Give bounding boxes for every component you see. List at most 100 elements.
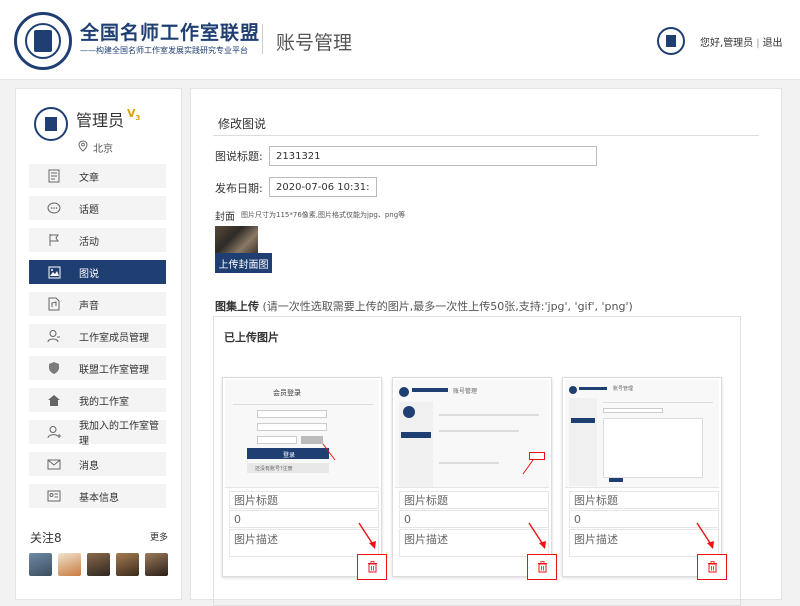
- uploaded-images-title: 已上传图片: [224, 331, 279, 344]
- user-links: 您好,管理员 | 退出: [700, 34, 783, 49]
- avatar-emblem: [666, 35, 676, 47]
- sidebar-item-label: 我加入的工作室管理: [79, 421, 159, 447]
- image-icon: [47, 265, 61, 279]
- sidebar-item-label: 联盟工作室管理: [79, 364, 149, 376]
- preview-captcha: [301, 436, 323, 444]
- cover-hint: 图片尺寸为115*76像素,图片格式仅能为jpg、png等: [241, 211, 406, 219]
- sidebar-item-label: 图说: [79, 268, 99, 280]
- followed-avatar[interactable]: [116, 553, 139, 576]
- uploaded-image-preview[interactable]: 账号管理: [395, 380, 549, 488]
- sidebar-item-topics[interactable]: 话题: [29, 196, 166, 220]
- preview-brand: [579, 387, 607, 390]
- upload-cover-button[interactable]: 上传封面图: [215, 253, 272, 273]
- preview-sidebar: [569, 398, 597, 486]
- title-label: 图说标题:: [215, 150, 263, 163]
- gallery-title-strong: 图集上传: [215, 300, 259, 313]
- uploaded-image-preview[interactable]: 会员登录 登录 还没有账号?注册: [225, 380, 379, 488]
- location-text: 北京: [93, 144, 113, 155]
- followed-avatar[interactable]: [145, 553, 168, 576]
- profile-emblem: [45, 117, 57, 131]
- logout-link[interactable]: 退出: [763, 38, 783, 49]
- sidebar-item-photo-stories[interactable]: 图说: [29, 260, 166, 284]
- preview-avatar: [403, 406, 415, 418]
- sidebar-item-alliance-studios[interactable]: 联盟工作室管理: [29, 356, 166, 380]
- link-separator: |: [756, 38, 760, 49]
- image-title-field[interactable]: 图片标题: [229, 491, 379, 509]
- sidebar-item-label: 工作室成员管理: [79, 332, 149, 344]
- uploaded-image-preview[interactable]: 账号管理: [565, 380, 719, 488]
- user-avatar[interactable]: [657, 27, 685, 55]
- delete-image-button[interactable]: [527, 554, 557, 580]
- sidebar-item-my-studio[interactable]: 我的工作室: [29, 388, 166, 412]
- sidebar-item-label: 声音: [79, 300, 99, 312]
- preview-brand: [412, 388, 448, 392]
- section-title: 修改图说: [218, 117, 267, 131]
- red-annotation-line: [322, 443, 336, 461]
- sidebar-item-label: 文章: [79, 172, 99, 184]
- preview-button: [609, 478, 623, 482]
- member-icon: [47, 329, 61, 343]
- mail-icon: [47, 457, 61, 471]
- join-member-icon: [47, 425, 61, 439]
- top-header: 全国名师工作室联盟 ——构建全国名师工作室发展实践研究专业平台 账号管理 您好,…: [0, 0, 800, 80]
- preview-heading: 账号管理: [453, 388, 478, 395]
- gallery-hint: (请一次性选取需要上传的图片,最多一次性上传50张,支持:'jpg', 'gif…: [262, 300, 633, 313]
- shield-icon: [47, 361, 61, 375]
- preview-line: [439, 414, 539, 416]
- preview-line: [603, 402, 713, 403]
- title-input[interactable]: [269, 146, 597, 166]
- preview-editor: [603, 418, 703, 478]
- vip-badge: V3: [127, 107, 141, 123]
- document-icon: [47, 169, 61, 183]
- sidebar-item-label: 活动: [79, 236, 99, 248]
- preview-heading: 会员登录: [273, 389, 301, 397]
- preview-active-item: [401, 432, 431, 438]
- profile-name: 管理员: [76, 111, 125, 130]
- sidebar-item-joined-studios[interactable]: 我加入的工作室管理: [29, 420, 166, 447]
- image-title-field[interactable]: 图片标题: [569, 491, 719, 509]
- profile-avatar[interactable]: [34, 107, 68, 141]
- sidebar-item-label: 话题: [79, 204, 99, 216]
- sidebar-item-audio[interactable]: 声音: [29, 292, 166, 316]
- user-link[interactable]: 管理员: [723, 38, 753, 49]
- gallery-upload-title: 图集上传 (请一次性选取需要上传的图片,最多一次性上传50张,支持:'jpg',…: [215, 298, 633, 314]
- sidebar-item-events[interactable]: 活动: [29, 228, 166, 252]
- followed-avatar[interactable]: [58, 553, 81, 576]
- followed-avatar[interactable]: [29, 553, 52, 576]
- sidebar-item-messages[interactable]: 消息: [29, 452, 166, 476]
- sidebar: 管理员 V3 北京 文章 话题 活动 图说 声音 工作室成员管理 联盟工作室管理…: [15, 88, 182, 600]
- preview-heading: 账号管理: [613, 386, 634, 392]
- main-panel: 修改图说 图说标题: 发布日期: 封面 图片尺寸为115*76像素,图片格式仅能…: [190, 88, 782, 606]
- sidebar-item-articles[interactable]: 文章: [29, 164, 166, 188]
- alliance-logo[interactable]: [14, 12, 72, 70]
- page-heading: 账号管理: [276, 32, 353, 54]
- follow-more-link[interactable]: 更多: [150, 530, 168, 543]
- red-annotation-line: [522, 459, 534, 475]
- date-input[interactable]: [269, 177, 377, 197]
- uploaded-images-panel: 已上传图片 会员登录 登录 还没有账号?注册 图片标题 0 图片描述 账号管理 …: [213, 316, 741, 606]
- preview-register-label: 还没有账号?注册: [255, 466, 293, 472]
- preview-active-item: [571, 418, 595, 423]
- sidebar-item-studio-members[interactable]: 工作室成员管理: [29, 324, 166, 348]
- sidebar-item-label: 基本信息: [79, 492, 119, 504]
- cover-image: [215, 226, 258, 253]
- followed-avatar[interactable]: [87, 553, 110, 576]
- delete-image-button[interactable]: [357, 554, 387, 580]
- image-title-field[interactable]: 图片标题: [399, 491, 549, 509]
- preview-field: [257, 410, 327, 418]
- preview-logo: [399, 387, 409, 397]
- location-pin-icon: [78, 140, 88, 152]
- sidebar-item-basic-info[interactable]: 基本信息: [29, 484, 166, 508]
- preview-field: [257, 436, 297, 444]
- cover-label: 封面: [215, 212, 235, 223]
- sidebar-item-label: 消息: [79, 460, 99, 472]
- brand-title: 全国名师工作室联盟: [80, 22, 261, 44]
- preview-field: [603, 408, 663, 413]
- vip-letter: V: [127, 107, 136, 120]
- sidebar-item-label: 我的工作室: [79, 396, 129, 408]
- delete-image-button[interactable]: [697, 554, 727, 580]
- id-card-icon: [47, 489, 61, 503]
- home-icon: [47, 393, 61, 407]
- follow-count: 关注8: [30, 531, 62, 545]
- brand-subtitle: ——构建全国名师工作室发展实践研究专业平台: [80, 46, 248, 55]
